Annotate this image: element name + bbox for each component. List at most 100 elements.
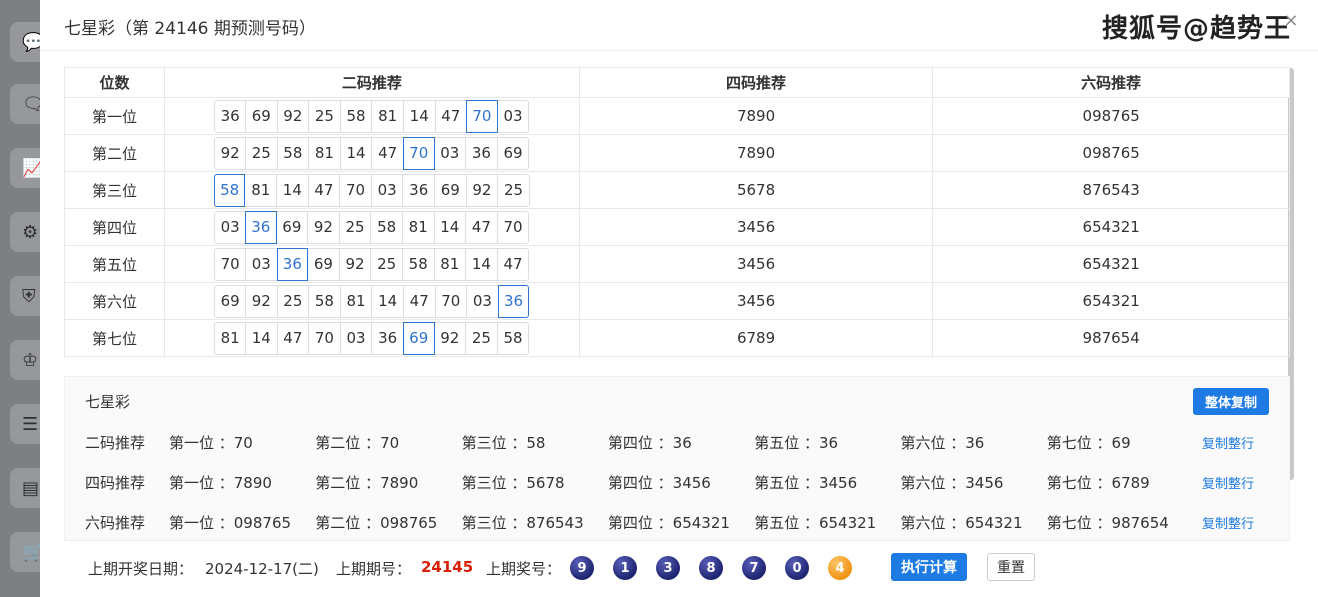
number-chip[interactable]: 14	[277, 173, 309, 207]
number-chip[interactable]: 25	[339, 210, 372, 244]
four-code-cell: 3456	[578, 282, 934, 320]
number-chip[interactable]: 70	[309, 321, 341, 355]
number-chip[interactable]: 58	[497, 321, 530, 355]
number-chip[interactable]: 25	[277, 284, 310, 318]
number-chip[interactable]: 25	[498, 173, 530, 207]
position-cell: 第五位	[64, 245, 165, 283]
number-chip[interactable]: 69	[245, 99, 278, 133]
number-chip[interactable]: 92	[339, 247, 372, 281]
number-chip[interactable]: 81	[402, 210, 435, 244]
number-chip[interactable]: 47	[403, 284, 436, 318]
number-chip[interactable]: 14	[245, 321, 278, 355]
number-chip[interactable]: 03	[340, 321, 373, 355]
number-chip[interactable]: 81	[434, 247, 467, 281]
summary-panel: 七星彩 整体复制 二码推荐 第一位 ：70 第二位 ：70 第三位 ：58 第四位 ：3…	[64, 376, 1290, 541]
six-code-cell: 876543	[932, 171, 1290, 209]
four-code-cell: 6789	[578, 319, 934, 357]
number-chip[interactable]: 69	[402, 321, 435, 355]
number-chip[interactable]: 47	[435, 99, 468, 133]
number-chip[interactable]: 58	[402, 247, 435, 281]
last-issue-value: 24145	[421, 558, 474, 576]
copy-row-link[interactable]: 复制整行	[1202, 433, 1254, 452]
number-chip[interactable]: 92	[308, 210, 340, 244]
prediction-modal: 七星彩（第 24146 期预测号码） 搜狐号@趋势王 × 位数 二码推荐 四码推…	[40, 0, 1318, 597]
number-chip[interactable]: 81	[309, 136, 341, 170]
number-chip[interactable]: 25	[245, 136, 278, 170]
calculate-button[interactable]: 执行计算	[891, 553, 967, 581]
number-chip[interactable]: 14	[403, 99, 436, 133]
number-chip[interactable]: 36	[214, 99, 246, 133]
number-chip[interactable]: 03	[434, 136, 467, 170]
copy-all-button[interactable]: 整体复制	[1193, 388, 1269, 415]
header-pos: 位数	[64, 67, 165, 98]
summary-cell: 第五位 ：654321	[754, 513, 877, 532]
number-chip[interactable]: 25	[309, 99, 341, 133]
number-chip[interactable]: 92	[434, 321, 467, 355]
number-chip[interactable]: 03	[371, 173, 404, 207]
number-chip[interactable]: 92	[277, 99, 310, 133]
reset-button[interactable]: 重置	[987, 553, 1035, 581]
number-chip[interactable]: 47	[277, 321, 310, 355]
number-chip[interactable]: 03	[245, 247, 278, 281]
number-chip[interactable]: 47	[466, 210, 498, 244]
number-chip[interactable]: 70	[435, 284, 468, 318]
summary-title: 七星彩	[85, 393, 131, 411]
number-chip[interactable]: 69	[276, 210, 309, 244]
summary-cell: 第二位 ：098765	[315, 513, 438, 532]
summary-cell: 第四位 ：3456	[607, 473, 711, 492]
number-chip[interactable]: 14	[340, 136, 373, 170]
number-chip[interactable]: 14	[466, 247, 498, 281]
number-chip[interactable]: 70	[497, 210, 530, 244]
number-chip[interactable]: 36	[244, 210, 277, 244]
prize-ball: 9	[570, 556, 594, 580]
number-chip[interactable]: 58	[309, 284, 341, 318]
number-chip[interactable]: 25	[371, 247, 403, 281]
table-row: 第四位 03 36 69 92 25 58 81 14 47 70 3456 654321	[64, 208, 1290, 246]
number-chip[interactable]: 70	[340, 173, 372, 207]
number-chip[interactable]: 70	[466, 99, 498, 133]
summary-cell: 第六位 ：36	[900, 433, 985, 452]
number-chip[interactable]: 36	[497, 284, 530, 318]
close-icon[interactable]: ×	[1282, 12, 1300, 30]
chip-group: 36 69 92 25 58 81 14 47 70 03	[214, 99, 530, 133]
last-issue-label: 上期期号：	[336, 560, 412, 578]
number-chip[interactable]: 69	[435, 173, 467, 207]
number-chip[interactable]: 58	[213, 173, 246, 207]
number-chip[interactable]: 36	[276, 247, 309, 281]
number-chip[interactable]: 47	[372, 136, 404, 170]
number-chip[interactable]: 92	[214, 136, 246, 170]
number-chip[interactable]: 03	[467, 284, 499, 318]
prize-ball: 0	[785, 556, 809, 580]
two-code-cell: 58 81 14 47 70 03 36 69 92 25	[163, 171, 580, 209]
number-chip[interactable]: 69	[308, 247, 340, 281]
number-chip[interactable]: 25	[466, 321, 498, 355]
number-chip[interactable]: 03	[214, 210, 246, 244]
number-chip[interactable]: 81	[245, 173, 278, 207]
number-chip[interactable]: 14	[434, 210, 467, 244]
number-chip[interactable]: 58	[277, 136, 310, 170]
number-chip[interactable]: 92	[245, 284, 278, 318]
number-chip[interactable]: 36	[403, 173, 436, 207]
copy-row-link[interactable]: 复制整行	[1202, 513, 1254, 532]
number-chip[interactable]: 03	[497, 99, 530, 133]
two-code-cell: 69 92 25 58 81 14 47 70 03 36	[163, 282, 580, 320]
number-chip[interactable]: 69	[497, 136, 530, 170]
six-code-cell: 098765	[932, 97, 1290, 135]
number-chip[interactable]: 47	[308, 173, 341, 207]
number-chip[interactable]: 81	[372, 99, 404, 133]
copy-row-link[interactable]: 复制整行	[1202, 473, 1254, 492]
number-chip[interactable]: 36	[372, 321, 404, 355]
number-chip[interactable]: 47	[497, 247, 530, 281]
number-chip[interactable]: 36	[466, 136, 498, 170]
number-chip[interactable]: 58	[371, 210, 403, 244]
number-chip[interactable]: 58	[340, 99, 373, 133]
number-chip[interactable]: 70	[214, 247, 246, 281]
number-chip[interactable]: 92	[466, 173, 499, 207]
table-row: 第五位 70 03 36 69 92 25 58 81 14 47 3456 654321	[64, 245, 1290, 283]
number-chip[interactable]: 81	[214, 321, 246, 355]
number-chip[interactable]: 69	[214, 284, 246, 318]
number-chip[interactable]: 81	[340, 284, 373, 318]
summary-cell: 第六位 ：654321	[900, 513, 1023, 532]
number-chip[interactable]: 70	[402, 136, 435, 170]
number-chip[interactable]: 14	[372, 284, 404, 318]
